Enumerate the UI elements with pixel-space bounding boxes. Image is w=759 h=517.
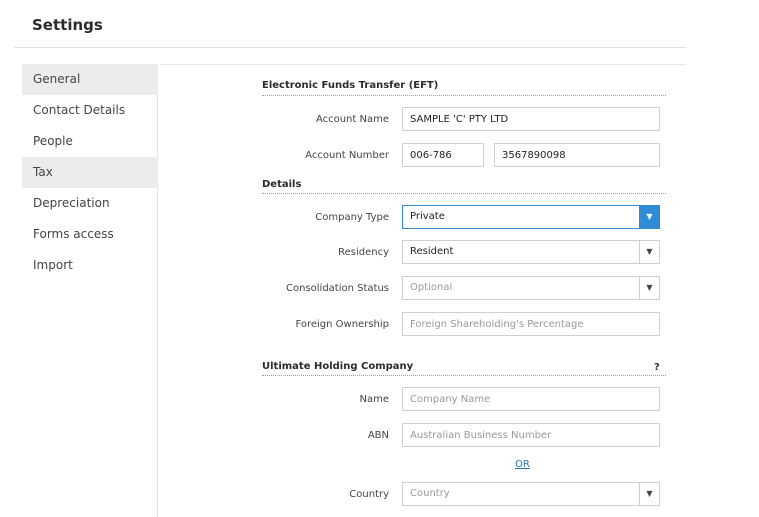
sidebar-item-people[interactable]: People <box>22 126 158 157</box>
company-type-label: Company Type <box>315 212 389 223</box>
company-type-select[interactable]: Private ▼ <box>402 205 660 229</box>
foreign-ownership-input[interactable] <box>402 312 660 336</box>
help-icon[interactable]: ? <box>654 362 660 373</box>
consolidation-status-value: Optional <box>410 282 453 293</box>
account-number-label: Account Number <box>305 150 389 161</box>
eft-section-title: Electronic Funds Transfer (EFT) <box>262 80 439 91</box>
consolidation-status-label: Consolidation Status <box>286 283 389 294</box>
holding-name-input[interactable] <box>402 387 660 411</box>
holding-section-rule <box>262 375 666 376</box>
account-name-label: Account Name <box>315 114 389 125</box>
residency-select[interactable]: Resident ▼ <box>402 240 660 264</box>
residency-label: Residency <box>338 247 389 258</box>
details-section-title: Details <box>262 179 302 190</box>
country-select[interactable]: Country ▼ <box>402 482 660 506</box>
page-title: Settings <box>32 16 103 34</box>
chevron-down-icon[interactable]: ▼ <box>639 277 659 299</box>
account-number-input[interactable] <box>494 143 660 167</box>
abn-label: ABN <box>367 430 389 441</box>
settings-sidebar: General Contact Details People Tax Depre… <box>22 64 158 517</box>
sidebar-item-contact-details[interactable]: Contact Details <box>22 95 158 126</box>
details-section-rule <box>262 193 666 194</box>
account-name-input[interactable] <box>402 107 660 131</box>
sidebar-item-general[interactable]: General <box>22 64 158 95</box>
bsb-input[interactable] <box>402 143 484 167</box>
chevron-down-icon[interactable]: ▼ <box>639 241 659 263</box>
eft-section-rule <box>262 95 666 96</box>
holding-section-title: Ultimate Holding Company <box>262 361 414 372</box>
country-label: Country <box>349 489 389 500</box>
consolidation-status-select[interactable]: Optional ▼ <box>402 276 660 300</box>
or-link[interactable]: OR <box>515 459 530 470</box>
country-value: Country <box>410 488 450 499</box>
header-divider <box>14 47 686 48</box>
sidebar-item-tax[interactable]: Tax <box>22 157 158 188</box>
foreign-ownership-label: Foreign Ownership <box>295 319 389 330</box>
chevron-down-icon[interactable]: ▼ <box>639 483 659 505</box>
sidebar-item-import[interactable]: Import <box>22 250 158 281</box>
residency-value: Resident <box>410 246 454 257</box>
sidebar-item-forms-access[interactable]: Forms access <box>22 219 158 250</box>
chevron-down-icon[interactable]: ▼ <box>639 206 659 228</box>
company-type-value: Private <box>410 211 445 222</box>
holding-name-label: Name <box>359 394 389 405</box>
abn-input[interactable] <box>402 423 660 447</box>
sidebar-item-depreciation[interactable]: Depreciation <box>22 188 158 219</box>
